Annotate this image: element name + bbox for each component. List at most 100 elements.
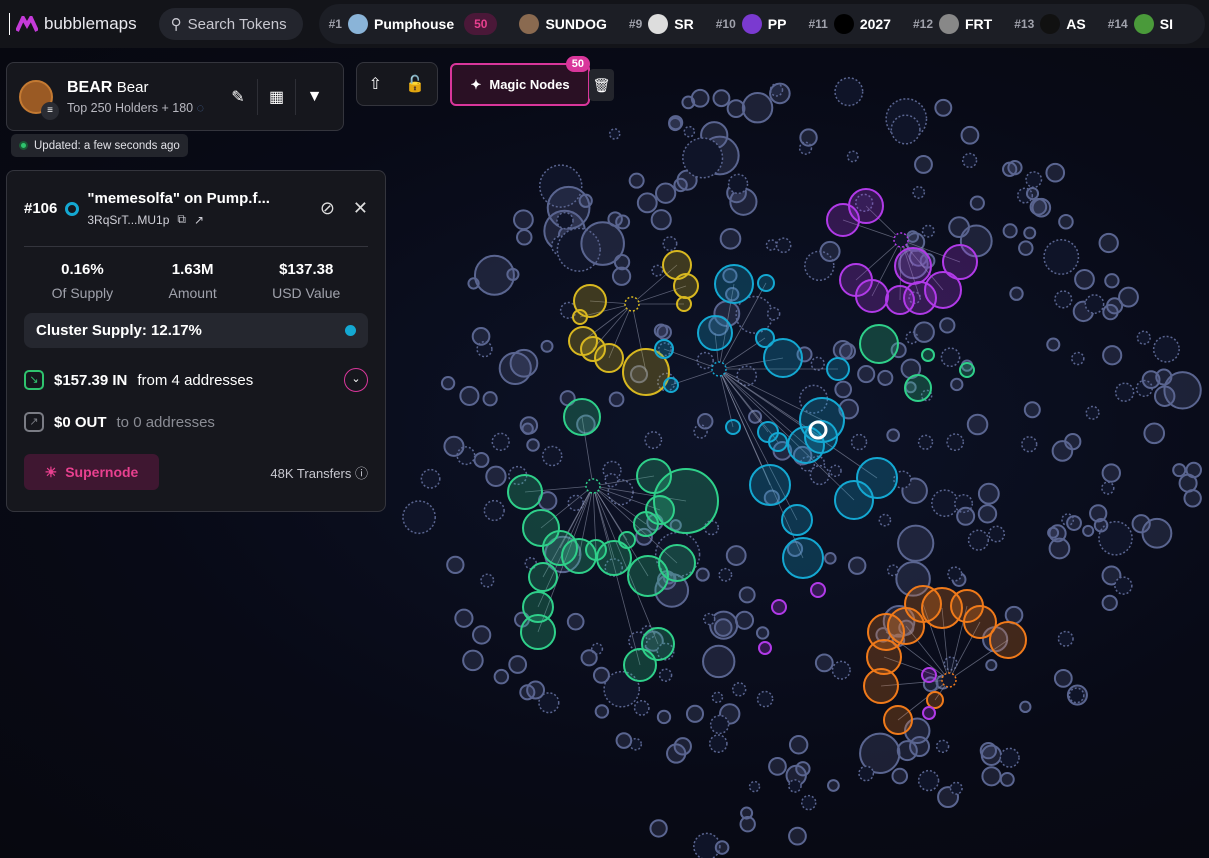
cluster-bubble[interactable] bbox=[618, 531, 636, 549]
holder-bubble[interactable] bbox=[1084, 294, 1105, 314]
holder-bubble[interactable] bbox=[819, 240, 841, 262]
holder-bubble[interactable] bbox=[440, 375, 456, 391]
cluster-bubble[interactable] bbox=[594, 343, 624, 373]
holder-bubble[interactable] bbox=[695, 567, 710, 582]
holder-bubble[interactable] bbox=[1085, 405, 1100, 420]
cluster-bubble[interactable] bbox=[757, 421, 779, 443]
trending-token[interactable]: #12 FRT bbox=[913, 14, 992, 34]
cluster-bubble[interactable] bbox=[781, 504, 813, 536]
holder-bubble[interactable] bbox=[1071, 351, 1085, 366]
holder-bubble[interactable] bbox=[443, 435, 465, 457]
cluster-bubble[interactable] bbox=[904, 374, 932, 402]
holder-bubble[interactable] bbox=[988, 525, 1006, 543]
holder-bubble[interactable] bbox=[519, 684, 536, 701]
cluster-bubble[interactable] bbox=[645, 495, 675, 525]
holder-bubble[interactable] bbox=[834, 380, 853, 399]
holder-bubble[interactable] bbox=[847, 556, 867, 575]
holder-bubble[interactable] bbox=[713, 618, 733, 637]
holder-bubble[interactable] bbox=[485, 465, 507, 488]
holder-bubble[interactable] bbox=[526, 438, 540, 452]
trending-token[interactable]: #11 2027 bbox=[808, 14, 891, 34]
holder-bubble[interactable] bbox=[834, 77, 864, 107]
holder-bubble[interactable] bbox=[1025, 186, 1040, 201]
holder-bubble[interactable] bbox=[666, 743, 687, 764]
holder-bubble[interactable] bbox=[985, 659, 998, 672]
holder-bubble[interactable] bbox=[946, 433, 965, 452]
cluster-bubble[interactable] bbox=[926, 691, 944, 709]
cluster-bubble[interactable] bbox=[855, 279, 889, 313]
holder-bubble[interactable] bbox=[741, 91, 774, 124]
cluster-bubble[interactable] bbox=[676, 296, 692, 312]
holder-bubble[interactable] bbox=[521, 422, 534, 435]
cluster-bubble[interactable] bbox=[563, 398, 601, 436]
cluster-bubble[interactable] bbox=[826, 357, 850, 381]
holder-bubble[interactable] bbox=[1004, 605, 1024, 625]
holder-bubble[interactable] bbox=[662, 236, 678, 252]
holder-bubble[interactable] bbox=[668, 115, 684, 131]
holder-bubble[interactable] bbox=[966, 413, 989, 436]
holder-bubble[interactable] bbox=[788, 779, 802, 793]
holder-bubble[interactable] bbox=[696, 413, 714, 430]
holder-bubble[interactable] bbox=[1057, 630, 1074, 647]
holder-bubble[interactable] bbox=[1043, 239, 1080, 275]
holder-bubble[interactable] bbox=[1047, 526, 1060, 539]
holder-bubble[interactable] bbox=[402, 500, 436, 535]
holder-bubble[interactable] bbox=[1141, 517, 1173, 549]
holder-bubble[interactable] bbox=[732, 682, 747, 697]
cluster-bubble[interactable] bbox=[763, 338, 803, 378]
holder-bubble[interactable] bbox=[829, 464, 842, 478]
holder-bubble[interactable] bbox=[1002, 161, 1018, 177]
holder-bubble[interactable] bbox=[718, 567, 733, 582]
cluster-hub-bubble[interactable] bbox=[624, 296, 640, 312]
holder-bubble[interactable] bbox=[858, 765, 875, 782]
holder-bubble[interactable] bbox=[769, 82, 791, 105]
holder-bubble[interactable] bbox=[947, 566, 963, 582]
holder-bubble[interactable] bbox=[483, 499, 505, 522]
cluster-hub-bubble[interactable] bbox=[711, 361, 727, 377]
holder-bubble[interactable] bbox=[1172, 463, 1187, 478]
holder-bubble[interactable] bbox=[1102, 345, 1123, 366]
cluster-hub-bubble[interactable] bbox=[941, 672, 957, 688]
holder-bubble[interactable] bbox=[446, 555, 465, 575]
holder-bubble[interactable] bbox=[604, 473, 619, 488]
holder-bubble[interactable] bbox=[1045, 162, 1066, 183]
holder-bubble[interactable] bbox=[824, 552, 837, 565]
holder-bubble[interactable] bbox=[1066, 515, 1082, 531]
holder-bubble[interactable] bbox=[775, 237, 792, 254]
holder-bubble[interactable] bbox=[1023, 401, 1041, 419]
holder-bubble[interactable] bbox=[814, 653, 834, 673]
holder-bubble[interactable] bbox=[1002, 223, 1018, 239]
holder-bubble[interactable] bbox=[956, 506, 976, 526]
lock-button[interactable]: 🔓 bbox=[405, 74, 425, 94]
cluster-bubble[interactable] bbox=[859, 324, 899, 364]
trending-token[interactable]: #13 AS bbox=[1014, 14, 1086, 34]
holder-bubble[interactable] bbox=[846, 150, 859, 163]
holder-bubble[interactable] bbox=[685, 704, 705, 723]
holder-bubble[interactable] bbox=[896, 740, 918, 762]
holder-bubble[interactable] bbox=[1029, 198, 1048, 216]
calendar-button[interactable]: ▦ bbox=[257, 78, 295, 115]
cluster-bubble[interactable] bbox=[528, 562, 558, 592]
cluster-bubble[interactable] bbox=[924, 271, 962, 309]
holder-bubble[interactable] bbox=[725, 545, 747, 566]
holder-bubble[interactable] bbox=[738, 586, 756, 604]
holder-bubble[interactable] bbox=[420, 468, 441, 489]
holder-bubble[interactable] bbox=[491, 432, 510, 451]
holder-bubble[interactable] bbox=[512, 209, 534, 231]
holder-bubble[interactable] bbox=[644, 431, 663, 449]
holder-bubble[interactable] bbox=[493, 668, 510, 685]
holder-bubble[interactable] bbox=[967, 529, 990, 551]
logo[interactable]: bubblemaps bbox=[9, 13, 137, 35]
holder-bubble[interactable] bbox=[969, 195, 985, 211]
holder-bubble[interactable] bbox=[961, 152, 978, 169]
holder-bubble[interactable] bbox=[1074, 268, 1095, 290]
holder-bubble[interactable] bbox=[940, 347, 961, 368]
holder-bubble[interactable] bbox=[788, 735, 809, 755]
holder-bubble[interactable] bbox=[651, 264, 664, 277]
cluster-hub-bubble[interactable] bbox=[893, 232, 909, 248]
holder-bubble[interactable] bbox=[1118, 286, 1139, 308]
holder-bubble[interactable] bbox=[580, 221, 625, 266]
holder-bubble[interactable] bbox=[1018, 240, 1034, 256]
holder-bubble[interactable] bbox=[482, 391, 498, 407]
cluster-bubble[interactable] bbox=[697, 315, 733, 351]
